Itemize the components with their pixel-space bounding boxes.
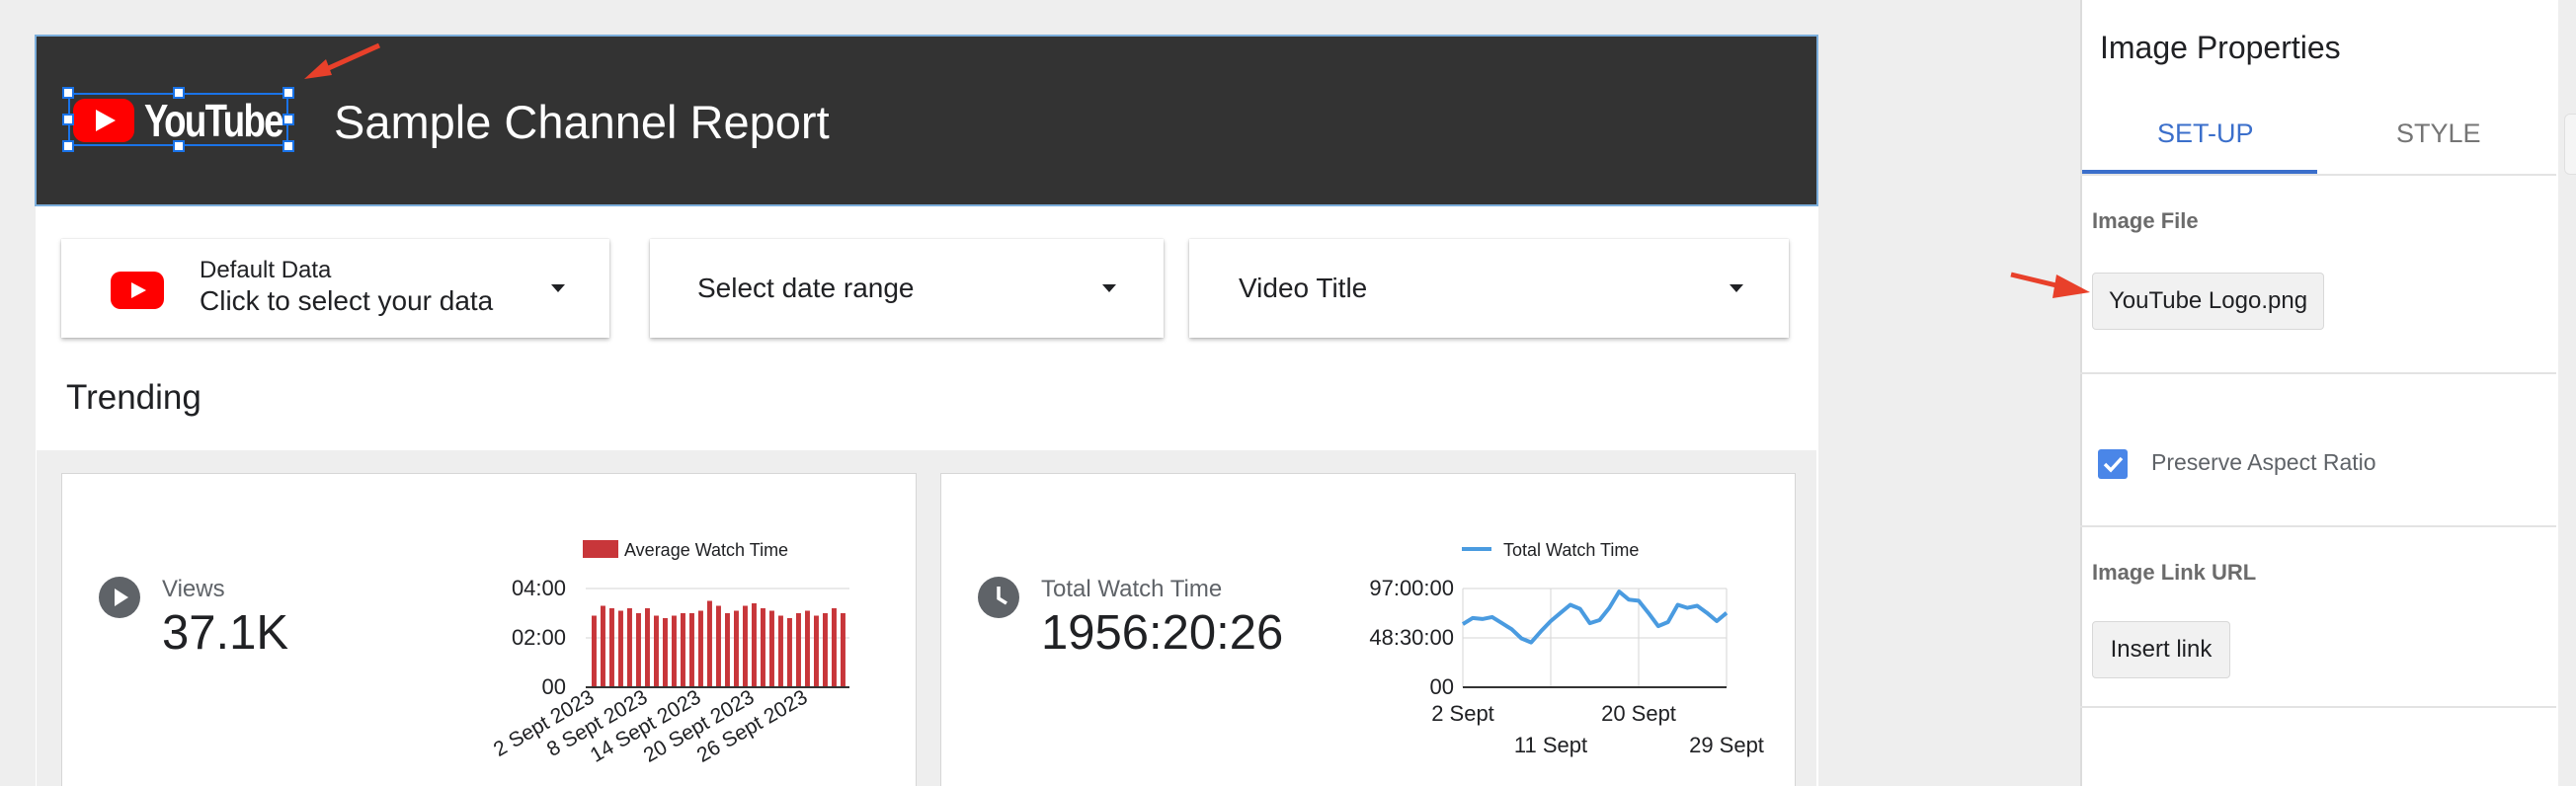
x-tick-label: 29 Sept (1689, 733, 1764, 757)
bar (805, 610, 810, 687)
section-divider (2080, 372, 2556, 374)
bar (769, 610, 774, 687)
resize-handle-bc[interactable] (173, 140, 185, 152)
date-range-label: Select date range (697, 273, 915, 303)
bar (841, 613, 845, 687)
tab-divider (2080, 174, 2556, 176)
date-range-control[interactable]: Select date range (650, 239, 1164, 338)
annotation-arrow-icon (304, 42, 381, 79)
bar (627, 608, 632, 687)
resize-handle-tc[interactable] (173, 87, 185, 99)
x-tick-label: 11 Sept (1514, 733, 1587, 757)
chevron-down-icon[interactable] (1102, 284, 1116, 292)
y-tick-label: 04:00 (512, 576, 566, 600)
bar (698, 610, 703, 687)
bar (636, 613, 641, 687)
section-title-trending[interactable]: Trending (66, 378, 201, 418)
legend-label: Total Watch Time (1503, 540, 1639, 560)
total-watch-time-chart[interactable]: Total Watch Time 97:00:00 48:30:00 00 2 Se… (1343, 533, 1798, 786)
bar (663, 618, 668, 687)
legend-label: Average Watch Time (624, 540, 788, 560)
views-label: Views (162, 576, 225, 602)
bar (681, 613, 685, 687)
annotation-arrow-icon (2010, 272, 2090, 298)
image-link-url-label: Image Link URL (2092, 560, 2257, 585)
bar (814, 615, 819, 687)
clock-icon (978, 577, 1019, 618)
bar (725, 613, 730, 687)
bar (618, 610, 623, 687)
bar (734, 610, 739, 687)
tab-style[interactable]: STYLE (2396, 118, 2481, 149)
image-file-label: Image File (2092, 208, 2199, 233)
chevron-down-icon[interactable] (551, 284, 565, 292)
data-source-main-label: Click to select your data (200, 285, 494, 316)
panel-title: Image Properties (2100, 30, 2341, 65)
bar (787, 618, 792, 687)
total-watch-time-series-line (1461, 590, 1729, 645)
bar (601, 605, 605, 687)
average-watch-time-chart[interactable]: Average Watch Time 04:0002:0000 2 Sept 2… (464, 533, 879, 786)
legend-swatch (583, 540, 618, 558)
resize-handle-ml[interactable] (62, 114, 74, 125)
insert-link-button[interactable]: Insert link (2092, 621, 2230, 678)
resize-handle-mr[interactable] (282, 114, 294, 125)
data-source-control[interactable]: Default Data Click to select your data (61, 239, 609, 338)
y-tick-label: 97:00:00 (1369, 576, 1454, 600)
chevron-down-icon[interactable] (1730, 284, 1743, 292)
views-value: 37.1K (162, 606, 289, 660)
bar (672, 615, 677, 687)
resize-handle-tl[interactable] (62, 87, 74, 99)
selection-box[interactable] (68, 93, 288, 146)
bar (716, 605, 721, 687)
watch-time-value: 1956:20:26 (1041, 606, 1284, 660)
watch-time-label: Total Watch Time (1041, 576, 1223, 602)
side-rail-tab[interactable] (2564, 114, 2576, 175)
y-tick-label: 02:00 (512, 625, 566, 650)
y-tick-label: 48:30:00 (1369, 625, 1454, 650)
report-title[interactable]: Sample Channel Report (334, 95, 830, 150)
data-source-small-label: Default Data (200, 257, 332, 283)
bar (761, 608, 765, 687)
bar (609, 608, 614, 687)
resize-handle-bl[interactable] (62, 140, 74, 152)
bar (832, 608, 837, 687)
checkmark-icon (2103, 456, 2124, 473)
bar (823, 613, 828, 687)
play-circle-icon (99, 577, 140, 618)
bar (592, 615, 597, 687)
youtube-icon (111, 272, 164, 309)
bar (778, 615, 783, 687)
bar (796, 613, 801, 687)
y-tick-label: 00 (1430, 674, 1454, 699)
section-divider (2080, 525, 2556, 527)
image-file-button[interactable]: YouTube Logo.png (2092, 273, 2324, 330)
video-title-label: Video Title (1239, 273, 1368, 303)
x-tick-label: 20 Sept (1601, 701, 1676, 726)
resize-handle-tr[interactable] (282, 87, 294, 99)
bar (689, 613, 694, 687)
section-divider (2080, 706, 2556, 708)
bar (645, 608, 650, 687)
preserve-aspect-label[interactable]: Preserve Aspect Ratio (2151, 449, 2376, 476)
video-title-control[interactable]: Video Title (1189, 239, 1789, 338)
x-tick-label: 2 Sept (1431, 701, 1494, 726)
tab-setup[interactable]: SET-UP (2157, 118, 2254, 149)
bar (707, 600, 712, 687)
resize-handle-br[interactable] (282, 140, 294, 152)
bar (654, 615, 659, 687)
y-tick-label: 00 (542, 674, 566, 699)
bar (743, 605, 748, 687)
bar (752, 603, 757, 687)
preserve-aspect-checkbox[interactable] (2098, 449, 2128, 479)
